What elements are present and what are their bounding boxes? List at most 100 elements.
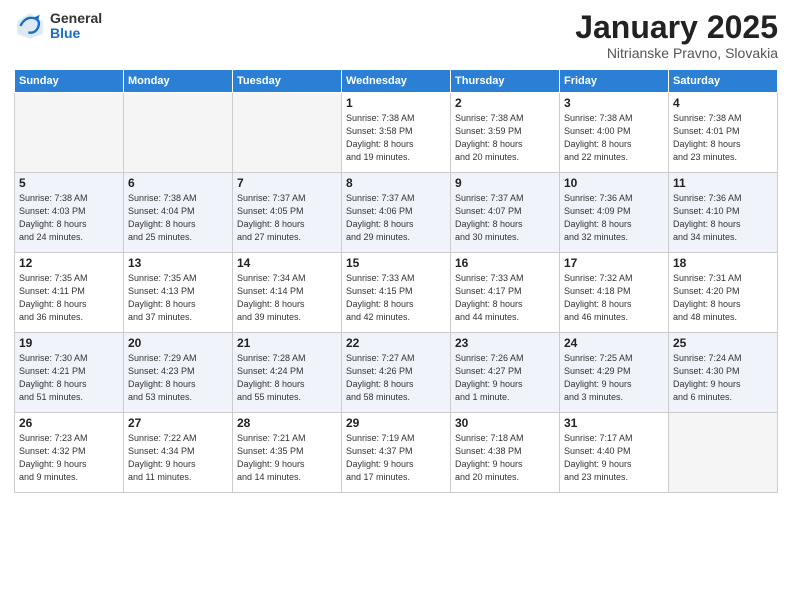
calendar-cell [15,93,124,173]
day-info: Sunrise: 7:33 AM Sunset: 4:17 PM Dayligh… [455,272,555,324]
day-number: 25 [673,336,773,350]
day-number: 11 [673,176,773,190]
day-info: Sunrise: 7:37 AM Sunset: 4:06 PM Dayligh… [346,192,446,244]
day-info: Sunrise: 7:29 AM Sunset: 4:23 PM Dayligh… [128,352,228,404]
day-number: 17 [564,256,664,270]
calendar-cell: 7 Sunrise: 7:37 AM Sunset: 4:05 PM Daylig… [233,173,342,253]
calendar-cell: 11 Sunrise: 7:36 AM Sunset: 4:10 PM Dayli… [669,173,778,253]
day-info: Sunrise: 7:38 AM Sunset: 4:00 PM Dayligh… [564,112,664,164]
day-number: 30 [455,416,555,430]
day-number: 7 [237,176,337,190]
day-header-wednesday: Wednesday [342,70,451,93]
logo-general: General [50,11,102,26]
day-number: 18 [673,256,773,270]
day-info: Sunrise: 7:23 AM Sunset: 4:32 PM Dayligh… [19,432,119,484]
day-number: 29 [346,416,446,430]
day-info: Sunrise: 7:30 AM Sunset: 4:21 PM Dayligh… [19,352,119,404]
calendar-cell: 25 Sunrise: 7:24 AM Sunset: 4:30 PM Dayli… [669,333,778,413]
day-header-saturday: Saturday [669,70,778,93]
day-number: 20 [128,336,228,350]
day-number: 22 [346,336,446,350]
day-header-thursday: Thursday [451,70,560,93]
day-info: Sunrise: 7:38 AM Sunset: 3:58 PM Dayligh… [346,112,446,164]
day-number: 14 [237,256,337,270]
day-number: 8 [346,176,446,190]
day-info: Sunrise: 7:17 AM Sunset: 4:40 PM Dayligh… [564,432,664,484]
calendar-cell: 8 Sunrise: 7:37 AM Sunset: 4:06 PM Daylig… [342,173,451,253]
day-info: Sunrise: 7:35 AM Sunset: 4:11 PM Dayligh… [19,272,119,324]
title-section: January 2025 Nitrianske Pravno, Slovakia [575,10,778,61]
calendar-cell: 15 Sunrise: 7:33 AM Sunset: 4:15 PM Dayli… [342,253,451,333]
day-number: 19 [19,336,119,350]
day-info: Sunrise: 7:26 AM Sunset: 4:27 PM Dayligh… [455,352,555,404]
calendar-cell: 1Sunrise: 7:38 AM Sunset: 3:58 PM Daylig… [342,93,451,173]
day-info: Sunrise: 7:38 AM Sunset: 4:03 PM Dayligh… [19,192,119,244]
day-number: 2 [455,96,555,110]
page-header: General Blue January 2025 Nitrianske Pra… [14,10,778,61]
calendar-title: January 2025 [575,10,778,45]
calendar-cell: 16Sunrise: 7:33 AM Sunset: 4:17 PM Dayli… [451,253,560,333]
calendar-table: SundayMondayTuesdayWednesdayThursdayFrid… [14,69,778,493]
day-info: Sunrise: 7:32 AM Sunset: 4:18 PM Dayligh… [564,272,664,324]
day-info: Sunrise: 7:36 AM Sunset: 4:10 PM Dayligh… [673,192,773,244]
calendar-cell: 24 Sunrise: 7:25 AM Sunset: 4:29 PM Dayli… [560,333,669,413]
day-info: Sunrise: 7:35 AM Sunset: 4:13 PM Dayligh… [128,272,228,324]
day-info: Sunrise: 7:27 AM Sunset: 4:26 PM Dayligh… [346,352,446,404]
calendar-cell [124,93,233,173]
day-number: 23 [455,336,555,350]
day-info: Sunrise: 7:19 AM Sunset: 4:37 PM Dayligh… [346,432,446,484]
day-number: 21 [237,336,337,350]
day-info: Sunrise: 7:31 AM Sunset: 4:20 PM Dayligh… [673,272,773,324]
day-info: Sunrise: 7:25 AM Sunset: 4:29 PM Dayligh… [564,352,664,404]
day-number: 31 [564,416,664,430]
day-header-tuesday: Tuesday [233,70,342,93]
calendar-cell: 26 Sunrise: 7:23 AM Sunset: 4:32 PM Dayli… [15,413,124,493]
calendar-cell: 14Sunrise: 7:34 AM Sunset: 4:14 PM Dayli… [233,253,342,333]
day-number: 6 [128,176,228,190]
calendar-cell: 12 Sunrise: 7:35 AM Sunset: 4:11 PM Dayli… [15,253,124,333]
day-info: Sunrise: 7:33 AM Sunset: 4:15 PM Dayligh… [346,272,446,324]
day-number: 10 [564,176,664,190]
calendar-cell [669,413,778,493]
day-number: 9 [455,176,555,190]
day-info: Sunrise: 7:38 AM Sunset: 4:01 PM Dayligh… [673,112,773,164]
calendar-subtitle: Nitrianske Pravno, Slovakia [575,45,778,61]
calendar-cell: 29 Sunrise: 7:19 AM Sunset: 4:37 PM Dayli… [342,413,451,493]
calendar-cell: 28Sunrise: 7:21 AM Sunset: 4:35 PM Dayli… [233,413,342,493]
day-info: Sunrise: 7:24 AM Sunset: 4:30 PM Dayligh… [673,352,773,404]
logo-text: General Blue [50,11,102,42]
calendar-cell: 10 Sunrise: 7:36 AM Sunset: 4:09 PM Dayli… [560,173,669,253]
calendar-cell: 4 Sunrise: 7:38 AM Sunset: 4:01 PM Daylig… [669,93,778,173]
day-number: 4 [673,96,773,110]
day-info: Sunrise: 7:21 AM Sunset: 4:35 PM Dayligh… [237,432,337,484]
calendar-cell: 2 Sunrise: 7:38 AM Sunset: 3:59 PM Daylig… [451,93,560,173]
day-header-friday: Friday [560,70,669,93]
day-number: 15 [346,256,446,270]
calendar-cell: 20 Sunrise: 7:29 AM Sunset: 4:23 PM Dayli… [124,333,233,413]
calendar-cell [233,93,342,173]
calendar-cell: 9 Sunrise: 7:37 AM Sunset: 4:07 PM Daylig… [451,173,560,253]
day-info: Sunrise: 7:37 AM Sunset: 4:07 PM Dayligh… [455,192,555,244]
day-number: 12 [19,256,119,270]
calendar-cell: 21 Sunrise: 7:28 AM Sunset: 4:24 PM Dayli… [233,333,342,413]
day-number: 24 [564,336,664,350]
calendar-cell: 17 Sunrise: 7:32 AM Sunset: 4:18 PM Dayli… [560,253,669,333]
calendar-cell: 6 Sunrise: 7:38 AM Sunset: 4:04 PM Daylig… [124,173,233,253]
day-number: 27 [128,416,228,430]
calendar-cell: 18 Sunrise: 7:31 AM Sunset: 4:20 PM Dayli… [669,253,778,333]
day-number: 13 [128,256,228,270]
day-info: Sunrise: 7:22 AM Sunset: 4:34 PM Dayligh… [128,432,228,484]
day-info: Sunrise: 7:28 AM Sunset: 4:24 PM Dayligh… [237,352,337,404]
day-info: Sunrise: 7:38 AM Sunset: 4:04 PM Dayligh… [128,192,228,244]
day-info: Sunrise: 7:37 AM Sunset: 4:05 PM Dayligh… [237,192,337,244]
day-info: Sunrise: 7:38 AM Sunset: 3:59 PM Dayligh… [455,112,555,164]
day-header-sunday: Sunday [15,70,124,93]
day-header-monday: Monday [124,70,233,93]
calendar-header: SundayMondayTuesdayWednesdayThursdayFrid… [15,70,778,93]
day-number: 26 [19,416,119,430]
logo: General Blue [14,10,102,42]
calendar-cell: 31 Sunrise: 7:17 AM Sunset: 4:40 PM Dayli… [560,413,669,493]
day-info: Sunrise: 7:36 AM Sunset: 4:09 PM Dayligh… [564,192,664,244]
calendar-cell: 22 Sunrise: 7:27 AM Sunset: 4:26 PM Dayli… [342,333,451,413]
calendar-cell: 30Sunrise: 7:18 AM Sunset: 4:38 PM Dayli… [451,413,560,493]
